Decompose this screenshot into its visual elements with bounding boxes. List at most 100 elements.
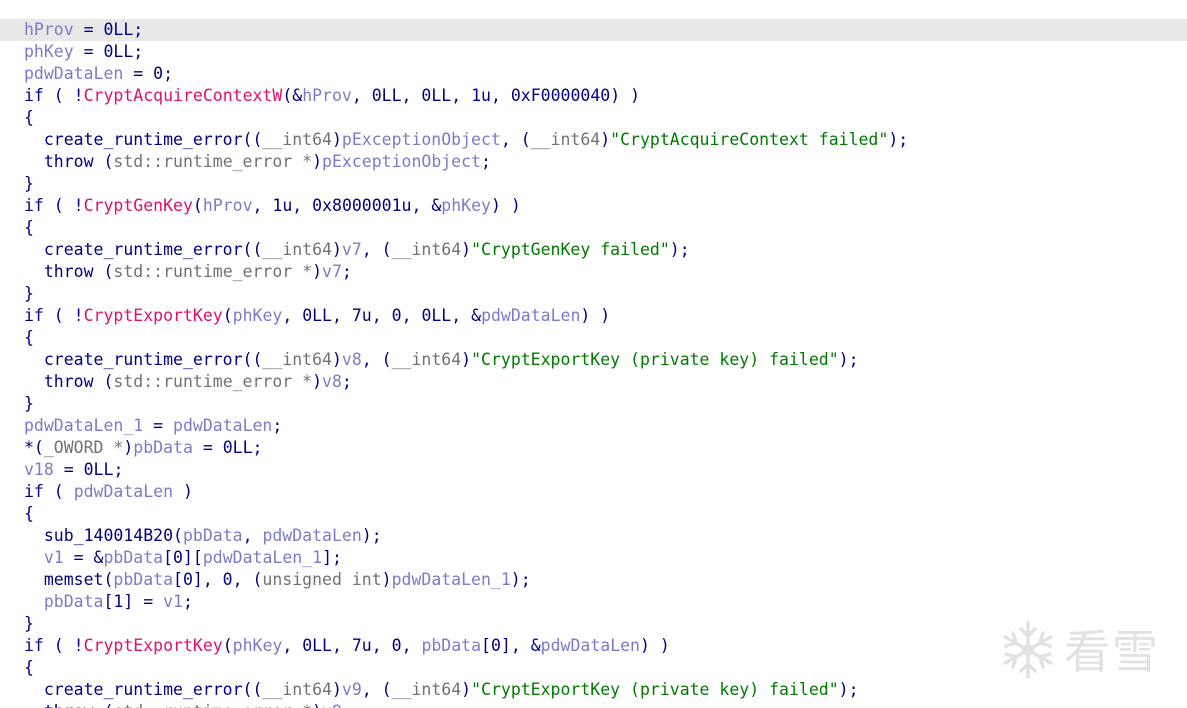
pseudocode-view[interactable]: hProv = 0LL; phKey = 0LL; pdwDataLen = 0; i…	[0, 0, 1187, 708]
function-token[interactable]: CryptAcquireContextW	[84, 86, 283, 105]
punct-token: )	[331, 130, 342, 149]
code-line[interactable]: pdwDataLen_1 = pdwDataLen;	[0, 415, 1187, 437]
code-line[interactable]: throw (std::runtime_error *)v8;	[0, 371, 1187, 393]
variable-token[interactable]: pdwDataLen_1	[24, 416, 143, 435]
code-line[interactable]: if ( !CryptExportKey(phKey, 0LL, 7u, 0 , …	[0, 305, 1187, 327]
variable-token[interactable]: pdwDataLen_1	[392, 570, 511, 589]
code-line[interactable]: if ( !CryptGenKey(hProv, 1u, 0x8000001u,…	[0, 195, 1187, 217]
code-line[interactable]: {	[0, 327, 1187, 349]
string-token: "CryptExportKey (private key) failed"	[471, 350, 839, 369]
variable-token[interactable]: phKey	[233, 306, 283, 325]
type-token: std::runtime_error *	[113, 152, 313, 171]
variable-token[interactable]: v9	[342, 680, 362, 699]
punct-token: ,	[451, 86, 472, 105]
punct-token: create_runtime_error((	[24, 130, 263, 149]
punct-token: ,	[292, 196, 313, 215]
code-line[interactable]: {	[0, 503, 1187, 525]
punct-token: (	[94, 702, 113, 708]
variable-token[interactable]: hProv	[203, 196, 253, 215]
punct-token: [0], &	[481, 636, 541, 655]
number-token: 0LL	[83, 460, 114, 479]
punct-token: )	[461, 240, 472, 259]
function-token[interactable]: CryptExportKey	[84, 636, 223, 655]
code-line[interactable]: }	[0, 173, 1187, 195]
variable-token[interactable]: v8	[322, 372, 342, 391]
function-token[interactable]: CryptGenKey	[84, 196, 193, 215]
code-line[interactable]: hProv = 0LL;	[0, 19, 1187, 41]
variable-token[interactable]: v7	[342, 240, 362, 259]
variable-token[interactable]: v1	[163, 592, 183, 611]
punct-token: , (	[361, 350, 392, 369]
punct-token: (	[93, 372, 114, 391]
variable-token[interactable]: pExceptionObject	[322, 152, 481, 171]
code-line[interactable]: create_runtime_error((__int64)v7, (__int…	[0, 239, 1187, 261]
variable-token[interactable]: pdwDataLen	[262, 526, 361, 545]
code-line[interactable]: *(_OWORD *)pbData = 0LL;	[0, 437, 1187, 459]
variable-token[interactable]: pdwDataLen	[541, 636, 640, 655]
code-line[interactable]: {	[0, 217, 1187, 239]
variable-token[interactable]: v7	[322, 262, 342, 281]
punct-token: )	[312, 152, 323, 171]
code-line[interactable]: if ( !CryptAcquireContextW(&hProv, 0LL, …	[0, 85, 1187, 107]
punct-token: ( !	[43, 86, 84, 105]
variable-token[interactable]: pbData	[113, 570, 173, 589]
code-line[interactable]: v18 = 0LL;	[0, 459, 1187, 481]
punct-token: )	[461, 350, 472, 369]
punct-token: );	[838, 350, 859, 369]
punct-token: ) )	[640, 636, 670, 655]
variable-token[interactable]: pbData	[44, 592, 104, 611]
variable-token[interactable]: pdwDataLen	[173, 416, 272, 435]
type-token: __int64	[391, 240, 462, 259]
code-line[interactable]: phKey = 0LL;	[0, 41, 1187, 63]
code-line[interactable]: throw (std::runtime_error *)v9;	[0, 701, 1187, 708]
variable-token[interactable]: pdwDataLen_1	[203, 548, 322, 567]
string-token: "CryptGenKey failed"	[471, 240, 670, 259]
variable-token[interactable]: v1	[44, 548, 64, 567]
punct-token: }	[24, 174, 34, 193]
punct-token: )	[331, 350, 342, 369]
punct-token: , (	[361, 240, 392, 259]
code-line[interactable]: pbData[1] = v1;	[0, 591, 1187, 613]
code-line[interactable]: throw (std::runtime_error *)pExceptionOb…	[0, 151, 1187, 173]
keyword-token: throw	[43, 372, 94, 391]
code-line[interactable]: {	[0, 107, 1187, 129]
variable-token[interactable]: pbData	[104, 548, 164, 567]
punct-token: )	[173, 482, 193, 501]
code-line[interactable]: pdwDataLen = 0;	[0, 63, 1187, 85]
punct-token: ) )	[490, 196, 521, 215]
variable-token[interactable]: hProv	[24, 20, 74, 39]
code-lines: hProv = 0LL; phKey = 0LL; pdwDataLen = 0; i…	[0, 19, 1187, 708]
variable-token[interactable]: hProv	[302, 86, 352, 105]
variable-token[interactable]: pbData	[133, 438, 193, 457]
variable-token[interactable]: pdwDataLen	[24, 64, 123, 83]
variable-token[interactable]: phKey	[441, 196, 491, 215]
variable-token[interactable]: phKey	[233, 636, 283, 655]
variable-token[interactable]: pbData	[421, 636, 481, 655]
code-line[interactable]: }	[0, 283, 1187, 305]
variable-token[interactable]: pbData	[183, 526, 243, 545]
code-line[interactable]: create_runtime_error((__int64)v8, (__int…	[0, 349, 1187, 371]
variable-token[interactable]: v8	[342, 350, 362, 369]
code-line[interactable]: v1 = &pbData[0][pdwDataLen_1];	[0, 547, 1187, 569]
variable-token[interactable]: pdwDataLen	[481, 306, 580, 325]
punct-token: (&	[282, 86, 303, 105]
punct-token: )	[331, 680, 342, 699]
code-line[interactable]: create_runtime_error((__int64)pException…	[0, 129, 1187, 151]
code-line[interactable]: memset(pbData[0], 0, (unsigned int)pdwDa…	[0, 569, 1187, 591]
keyword-token: throw	[44, 702, 94, 708]
variable-token[interactable]: pdwDataLen	[74, 482, 173, 501]
variable-token[interactable]: v18	[24, 460, 54, 479]
punct-token: )	[312, 262, 323, 281]
code-line[interactable]: sub_140014B20(pbData, pdwDataLen);	[0, 525, 1187, 547]
variable-token[interactable]: pExceptionObject	[342, 130, 501, 149]
code-line[interactable]: if ( pdwDataLen )	[0, 481, 1187, 503]
punct-token: ;	[133, 20, 144, 39]
variable-token[interactable]: v9	[322, 702, 342, 708]
code-line[interactable]: throw (std::runtime_error *)v7;	[0, 261, 1187, 283]
function-token[interactable]: CryptExportKey	[84, 306, 223, 325]
code-line[interactable]: }	[0, 393, 1187, 415]
punct-token: {	[24, 328, 34, 347]
punct-token: (	[192, 196, 203, 215]
variable-token[interactable]: phKey	[24, 42, 74, 61]
type-token: __int64	[262, 680, 332, 699]
